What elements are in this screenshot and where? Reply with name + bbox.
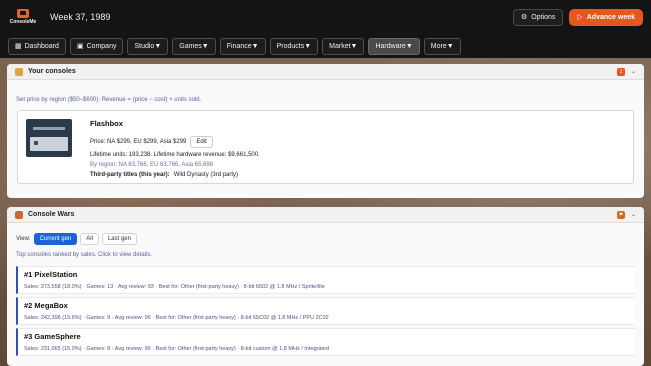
nav-dashboard[interactable]: ▦ Dashboard (8, 37, 66, 55)
main-nav: ▦ Dashboard ▣ Company Studio▼ Games▼ Fin… (0, 34, 651, 58)
ranking-row[interactable]: #3 GameSphere Sales: 231,065 (15.0%) · G… (16, 328, 635, 356)
view-current-gen[interactable]: Current gen (33, 233, 78, 245)
nav-label: Dashboard (24, 42, 59, 50)
nav-finance[interactable]: Finance▼ (219, 37, 266, 55)
chevron-down-icon[interactable]: ⌄ (631, 211, 636, 218)
ranking-note: Top consoles ranked by sales. Click to v… (16, 252, 153, 258)
ranking-row[interactable]: #1 PixelStation Sales: 273,558 (18.0%) ·… (16, 266, 635, 294)
view-last-gen[interactable]: Last gen (101, 233, 137, 245)
console-count-badge: 1 (616, 67, 625, 76)
third-party-value: Wild Dynasty (3rd party) (173, 172, 239, 178)
panel-title: Your consoles (28, 68, 76, 75)
advance-label: Advance week (586, 13, 635, 21)
third-party-label: Third-party titles (this year): (90, 172, 170, 178)
nav-label: Games▼ (179, 42, 209, 50)
lifetime-line: Lifetime units: 193,238. Lifetime hardwa… (90, 152, 260, 158)
trophy-icon (15, 210, 23, 219)
your-consoles-panel: Your consoles 1 ⌄ Set price by region ($… (7, 64, 644, 198)
ranking-title: #2 MegaBox (24, 301, 68, 310)
console-logo-icon (17, 9, 29, 18)
nav-label: Market▼ (329, 42, 358, 50)
console-card: Flashbox Price: NA $299, EU $299, Asia $… (17, 110, 634, 184)
building-icon: ▣ (76, 43, 84, 50)
gamepad-icon (15, 67, 23, 76)
ranking-detail: Sales: 273,558 (18.0%) · Games: 13 · Avg… (24, 284, 325, 290)
nav-label: Studio▼ (134, 42, 162, 50)
nav-studio[interactable]: Studio▼ (127, 37, 169, 55)
nav-company[interactable]: ▣ Company (69, 37, 124, 55)
top-bar: ConsoleMe Week 37, 1989 ⚙ Options ▷ Adva… (0, 0, 651, 34)
ranking-detail: Sales: 242,396 (15.6%) · Games: 9 · Avg … (24, 315, 329, 321)
price-row: Price: NA $299, EU $299, Asia $299 Edit (90, 136, 260, 148)
view-all[interactable]: All (80, 233, 99, 245)
price-line: Price: NA $299, EU $299, Asia $299 (90, 139, 187, 145)
third-party-row: Third-party titles (this year): Wild Dyn… (90, 172, 260, 178)
options-label: Options (531, 13, 556, 21)
console-name: Flashbox (90, 119, 123, 128)
dashboard-icon: ▦ (15, 43, 22, 50)
current-week: Week 37, 1989 (50, 12, 111, 22)
console-wars-panel: Console Wars ⚑ ⌄ View: Current gen All L… (7, 207, 644, 366)
nav-label: Finance▼ (226, 42, 259, 50)
advance-week-button[interactable]: ▷ Advance week (569, 8, 643, 26)
edit-price-button[interactable]: Edit (190, 136, 213, 148)
your-consoles-header[interactable]: Your consoles 1 ⌄ (7, 64, 644, 80)
console-image (26, 119, 72, 157)
nav-more[interactable]: More▼ (423, 37, 461, 55)
play-icon: ▷ (577, 14, 583, 21)
chevron-down-icon[interactable]: ⌄ (631, 68, 636, 75)
view-label: View: (16, 236, 31, 242)
gear-icon: ⚙ (520, 14, 528, 21)
flag-icon: ⚑ (616, 210, 625, 219)
nav-label: More▼ (430, 42, 454, 50)
app-logo[interactable]: ConsoleMe (8, 9, 38, 25)
pricing-note: Set price by region ($50–$600). Revenue … (16, 97, 202, 103)
options-button[interactable]: ⚙ Options (512, 8, 564, 26)
logo-text: ConsoleMe (9, 19, 37, 25)
ranking-row[interactable]: #2 MegaBox Sales: 242,396 (15.6%) · Game… (16, 297, 635, 325)
nav-games[interactable]: Games▼ (172, 37, 216, 55)
panel-title: Console Wars (28, 211, 75, 218)
ranking-detail: Sales: 231,065 (15.0%) · Games: 8 · Avg … (24, 346, 330, 352)
region-line: By region: NA 63,766, EU 63,766, Asia 65… (90, 162, 214, 168)
nav-products[interactable]: Products▼ (269, 37, 319, 55)
nav-hardware[interactable]: Hardware▼ (368, 37, 420, 55)
nav-label: Company (86, 42, 117, 50)
view-filter: View: Current gen All Last gen (16, 233, 137, 245)
ranking-title: #1 PixelStation (24, 270, 78, 279)
nav-label: Hardware▼ (375, 42, 413, 50)
nav-market[interactable]: Market▼ (322, 37, 365, 55)
ranking-title: #3 GameSphere (24, 332, 81, 341)
console-wars-header[interactable]: Console Wars ⚑ ⌄ (7, 207, 644, 223)
nav-label: Products▼ (276, 42, 312, 50)
